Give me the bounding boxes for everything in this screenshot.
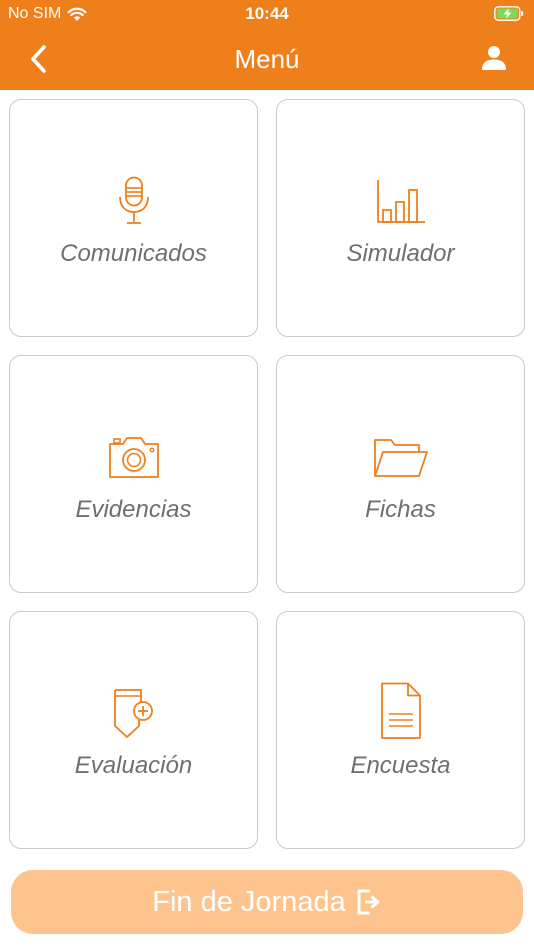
menu-card-simulador[interactable]: Simulador (276, 99, 525, 337)
camera-icon (108, 437, 159, 478)
end-workday-label: Fin de Jornada (152, 885, 346, 918)
user-profile-icon[interactable] (480, 44, 508, 72)
menu-card-label: Encuesta (350, 752, 451, 779)
document-icon (380, 682, 421, 739)
folder-icon (373, 439, 428, 477)
status-time: 10:44 (245, 4, 289, 23)
menu-card-encuesta[interactable]: Encuesta (276, 611, 525, 849)
battery-charging-icon (494, 6, 524, 21)
menu-card-evaluacion[interactable]: Evaluación (9, 611, 258, 849)
logout-icon (357, 889, 380, 915)
end-workday-button[interactable]: Fin de Jornada (11, 870, 523, 934)
menu-card-fichas[interactable]: Fichas (276, 355, 525, 593)
bar-chart-icon (376, 180, 425, 223)
menu-card-evidencias[interactable]: Evidencias (9, 355, 258, 593)
page-title: Menú (234, 44, 300, 74)
document-badge-plus-icon (113, 689, 153, 738)
menu-card-label: Evaluación (74, 752, 193, 779)
menu-card-label: Comunicados (60, 240, 207, 267)
status-bar: No SIM 10:44 (0, 0, 534, 28)
menu-card-label: Simulador (346, 240, 455, 267)
menu-card-comunicados[interactable]: Comunicados (9, 99, 258, 337)
menu-card-label: Evidencias (75, 496, 192, 523)
menu-card-label: Fichas (365, 496, 436, 523)
navigation-bar: Menú (0, 28, 534, 90)
microphone-icon (118, 176, 149, 224)
